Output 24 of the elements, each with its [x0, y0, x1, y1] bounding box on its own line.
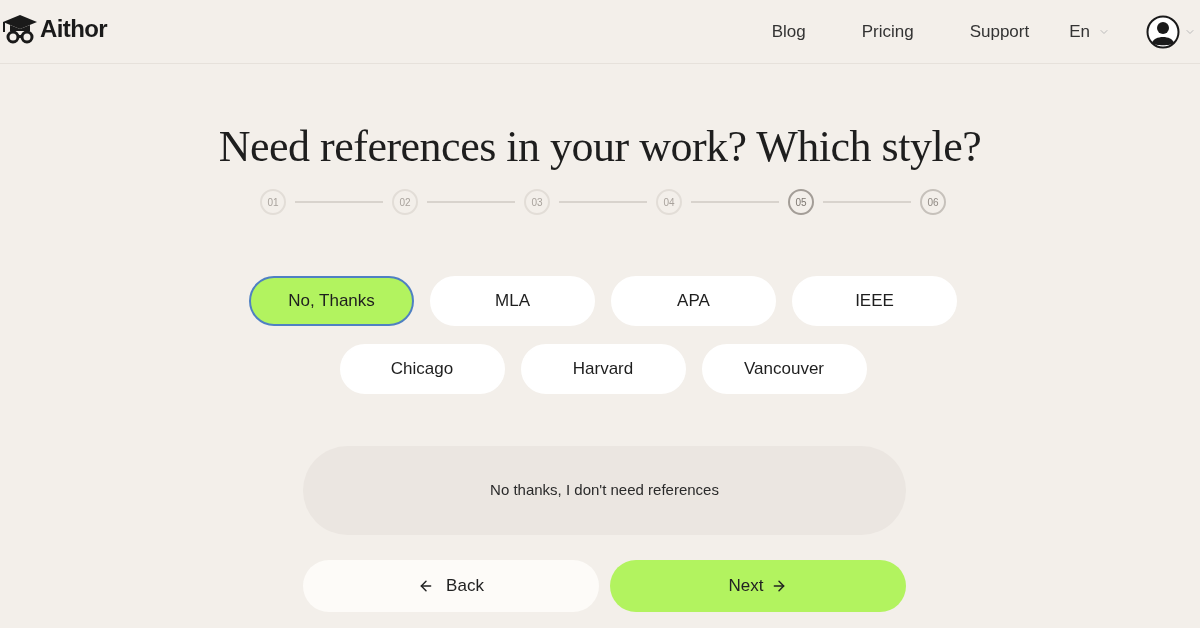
- nav-link[interactable]: Support: [969, 18, 1030, 45]
- step-number: 03: [524, 189, 550, 215]
- step-number: 06: [920, 189, 946, 215]
- style-option[interactable]: Chicago: [339, 344, 505, 394]
- style-option[interactable]: APA: [611, 276, 776, 326]
- style-option[interactable]: MLA: [430, 276, 595, 326]
- back-button[interactable]: Back: [303, 560, 599, 612]
- step-number: 05: [788, 189, 814, 215]
- style-option[interactable]: Harvard: [520, 344, 686, 394]
- next-button[interactable]: Next: [610, 560, 906, 612]
- avatar-silhouette-icon[interactable]: [1146, 14, 1180, 49]
- graduation-cap-glasses-icon[interactable]: [2, 13, 38, 44]
- language-selector[interactable]: En: [1069, 18, 1110, 45]
- style-option[interactable]: Vancouver: [701, 344, 867, 394]
- style-option[interactable]: IEEE: [792, 276, 957, 326]
- step-number: 04: [656, 189, 682, 215]
- nav-link[interactable]: Blog: [771, 18, 806, 45]
- description-text: No thanks, I don't need references: [490, 480, 719, 501]
- question-title: Need references in your work? Which style?: [218, 123, 982, 171]
- logo-text[interactable]: Aithor: [40, 10, 108, 47]
- step-number: 01: [260, 189, 286, 215]
- style-option[interactable]: No, Thanks: [249, 276, 414, 326]
- nav-link[interactable]: Pricing: [861, 18, 914, 45]
- step-number: 02: [392, 189, 418, 215]
